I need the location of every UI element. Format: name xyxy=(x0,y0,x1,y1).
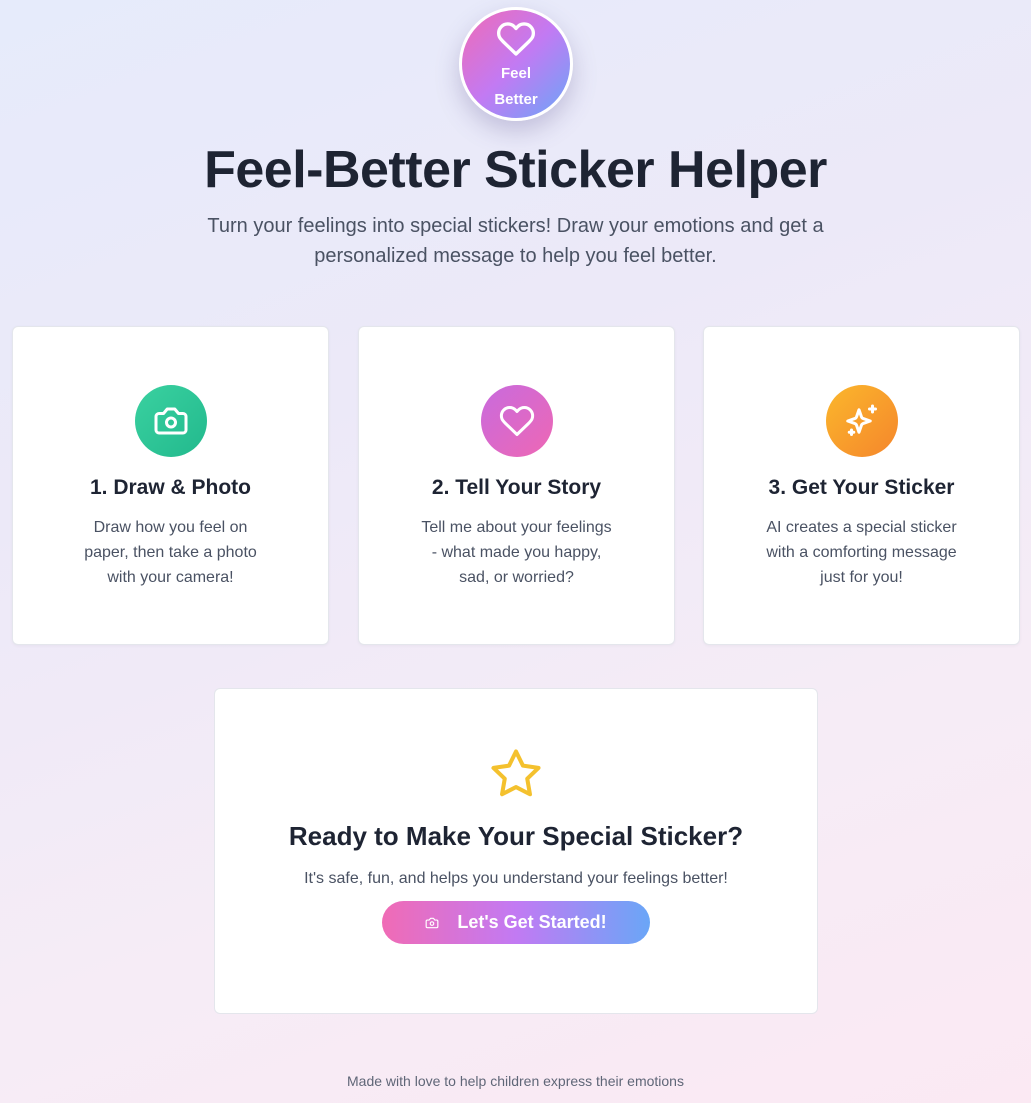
step-card-get-sticker: 3. Get Your Sticker AI creates a special… xyxy=(703,326,1020,645)
step-icon-circle xyxy=(480,385,553,457)
heart-icon xyxy=(496,22,536,56)
step-icon-circle xyxy=(825,385,898,457)
step-icon-circle xyxy=(134,385,207,457)
step-description: Tell me about your feelings - what made … xyxy=(421,519,612,586)
page-title: Feel-Better Sticker Helper xyxy=(204,141,827,199)
logo-line-2: Better xyxy=(494,91,538,108)
cta-title: Ready to Make Your Special Sticker? xyxy=(288,821,744,851)
step-card-draw-photo: 1. Draw & Photo Draw how you feel on pap… xyxy=(12,326,329,645)
star-icon xyxy=(491,749,541,797)
logo-line-1: Feel xyxy=(500,65,531,82)
logo-badge: Feel Better xyxy=(459,7,573,121)
step-title: 2. Tell Your Story xyxy=(431,476,602,499)
step-title: 1. Draw & Photo xyxy=(89,476,252,499)
get-started-button[interactable]: Let's Get Started! xyxy=(382,901,650,944)
step-description: AI creates a special sticker with a comf… xyxy=(766,519,957,586)
heart-icon xyxy=(499,405,534,436)
step-description: Draw how you feel on paper, then take a … xyxy=(84,519,257,586)
camera-icon xyxy=(425,917,439,928)
logo-text: Feel Better xyxy=(494,61,537,113)
step-card-tell-story: 2. Tell Your Story Tell me about your fe… xyxy=(358,326,675,645)
get-started-label: Let's Get Started! xyxy=(457,912,607,932)
cta-description: It's safe, fun, and helps you understand… xyxy=(304,870,728,887)
cta-card: Ready to Make Your Special Sticker? It's… xyxy=(214,688,818,1014)
footer-text: Made with love to help children express … xyxy=(347,1073,684,1089)
camera-icon xyxy=(154,407,187,435)
sparkles-icon xyxy=(845,404,877,436)
step-title: 3. Get Your Sticker xyxy=(768,476,955,499)
page-subtitle: Turn your feelings into special stickers… xyxy=(207,215,824,267)
